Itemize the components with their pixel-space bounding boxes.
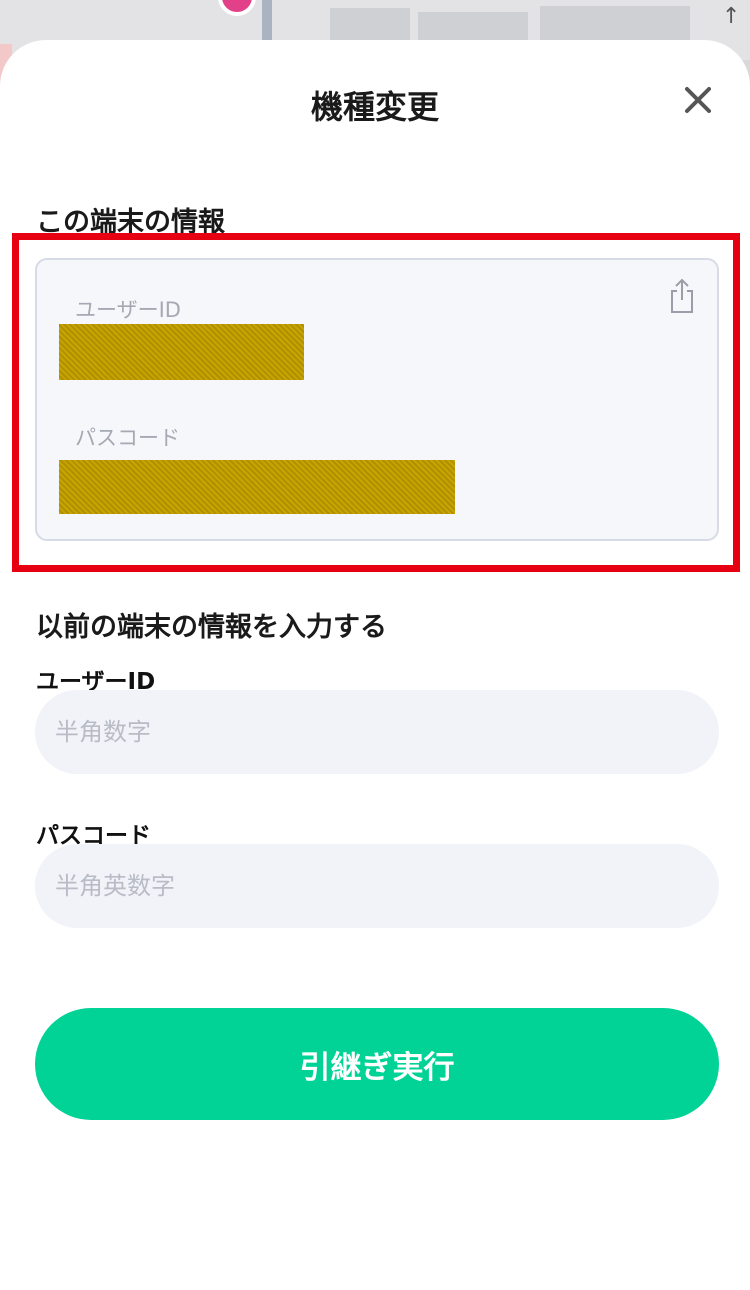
previous-device-section-title: 以前の端末の情報を入力する — [36, 612, 387, 643]
close-button[interactable] — [676, 78, 720, 122]
modal-title: 機種変更 — [310, 88, 439, 126]
highlight-frame — [12, 233, 740, 572]
arrow-up-icon: ↑ — [722, 4, 741, 29]
device-change-modal: 機種変更 この端末の情報 ユーザーID パスコード 以前の端末の情報を入力する … — [0, 40, 750, 1290]
close-icon — [685, 87, 711, 113]
transfer-execute-button[interactable]: 引継ぎ実行 — [35, 1008, 719, 1120]
user-id-input[interactable] — [35, 690, 719, 774]
map-pin-icon — [218, 0, 256, 16]
passcode-input[interactable] — [35, 844, 719, 928]
